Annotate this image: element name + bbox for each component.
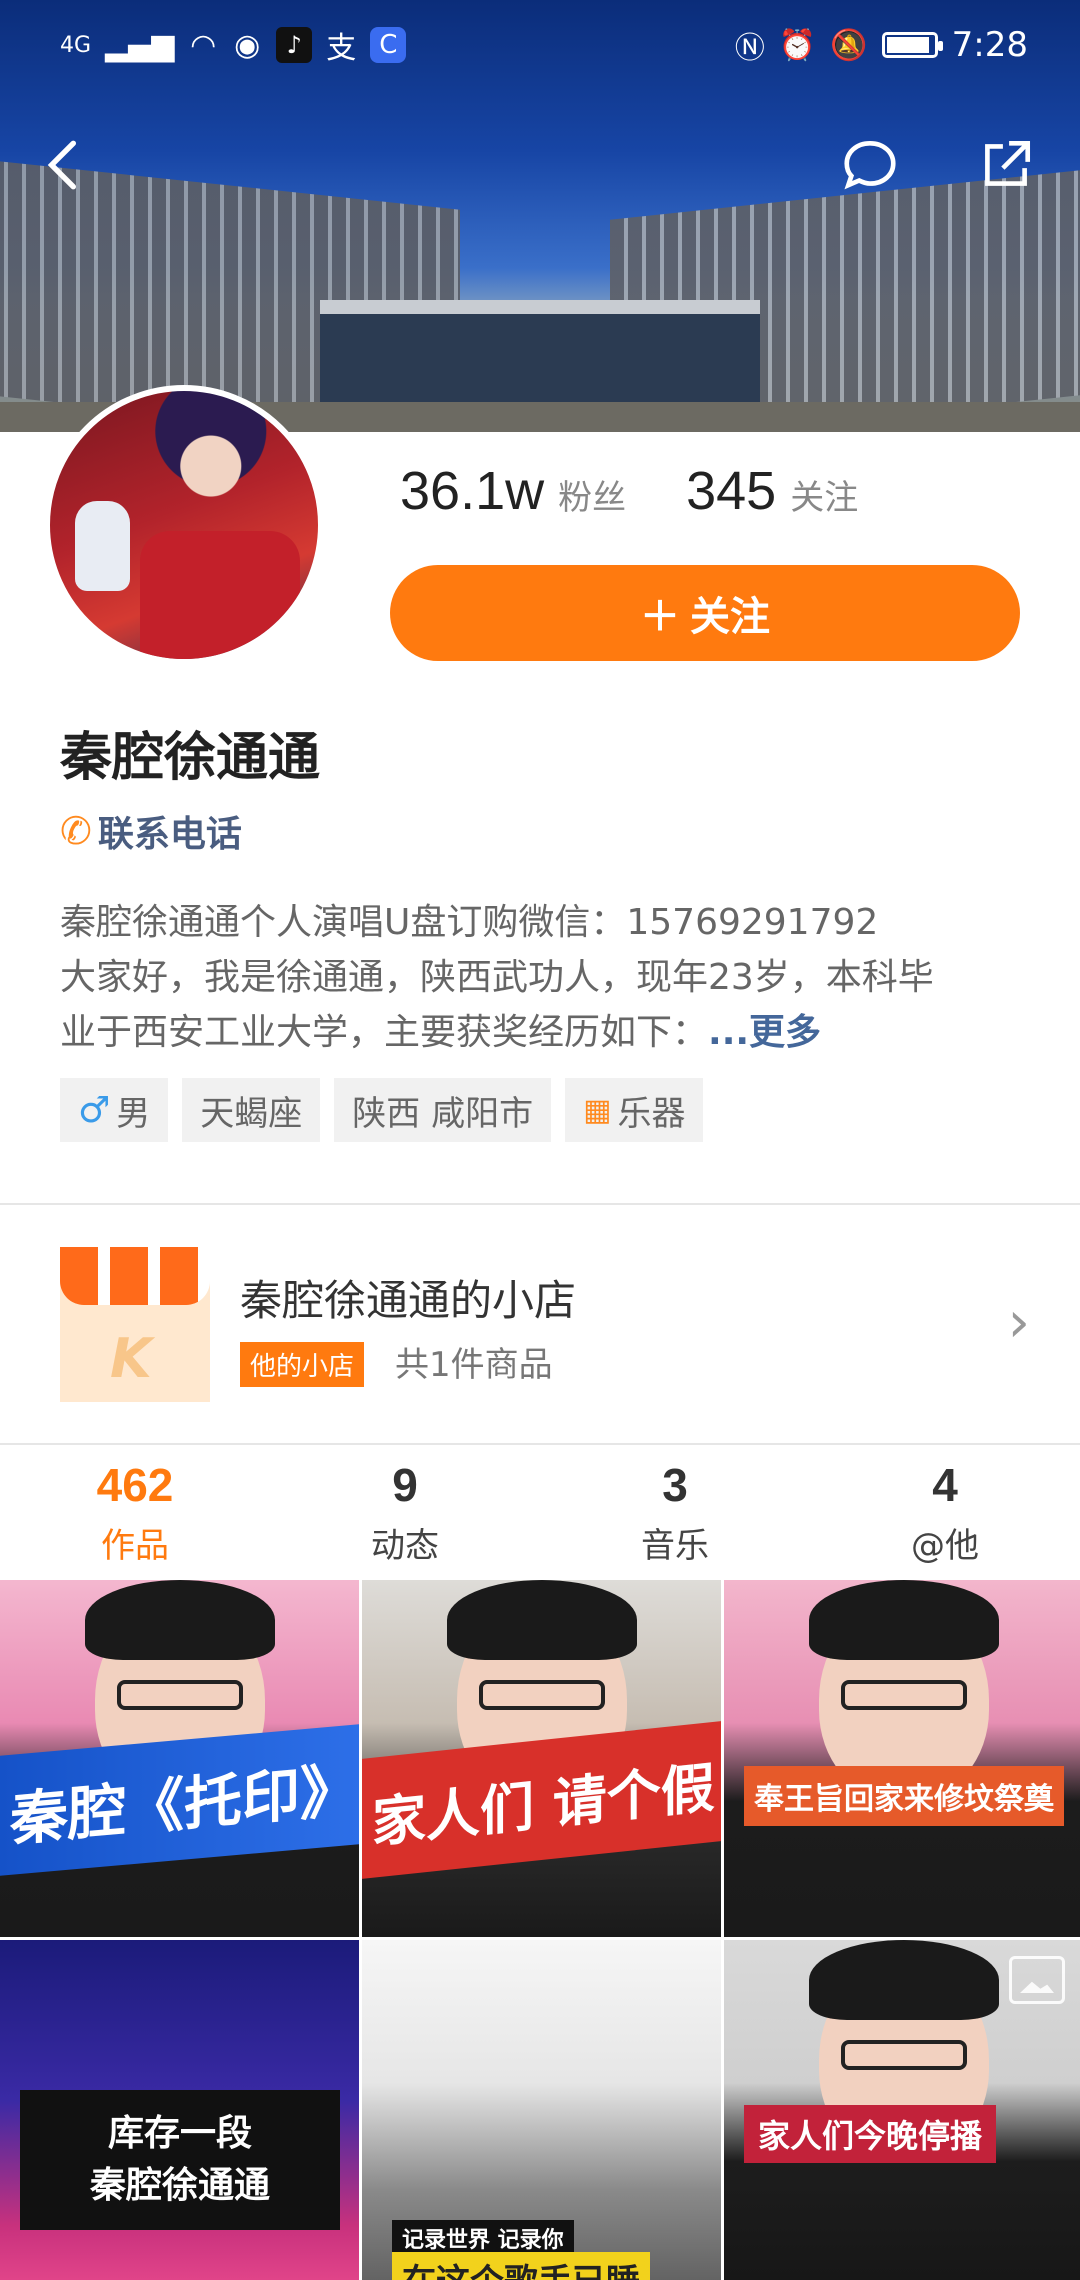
followers-label: 粉丝	[558, 478, 627, 518]
avatar-robe	[140, 531, 300, 659]
glasses-shape	[478, 1680, 605, 1710]
shop-item-count: 共1件商品	[395, 1345, 553, 1385]
profile-tabs: 462 作品 9 动态 3 音乐 4 @他	[0, 1445, 1080, 1580]
video-caption: 家人们今晚停播	[744, 2105, 997, 2163]
video-caption: 秦腔《托印》	[0, 1724, 359, 1876]
contact-phone-link[interactable]: ✆ 联系电话	[60, 805, 242, 857]
video-thumbnail[interactable]: 记录世界 记录你 在这个歌手已睡	[362, 1940, 721, 2280]
tag-interest: ▦ 乐器	[565, 1078, 704, 1142]
video-thumbnail[interactable]: 奉王旨回家来修坟祭奠	[724, 1580, 1080, 1937]
video-caption-line-2: 秦腔徐通通	[89, 2165, 270, 2206]
alarm-icon: ⏰	[778, 27, 817, 63]
shop-badge: 他的小店	[240, 1342, 365, 1387]
male-icon: ♂	[78, 1089, 111, 1131]
status-time: 7:28	[951, 25, 1028, 65]
bio-line-3: 业于西安工业大学，主要获奖经历如下：	[60, 1012, 709, 1053]
followers-count: 36.1w	[400, 461, 545, 521]
tab-mentions-count: 4	[932, 1459, 958, 1511]
shop-card[interactable]: K 秦腔徐通通的小店 他的小店 共1件商品 ›	[0, 1205, 1080, 1443]
glasses-shape	[116, 1680, 243, 1710]
status-bar: 4G ▂▄▆ ◠ ◉ ♪ 支 C Ⓝ ⏰ 🔕 7:28	[0, 0, 1080, 90]
video-caption: 在这个歌手已睡	[392, 2252, 650, 2280]
video-grid: 秦腔《托印》 家人们 请个假 奉王旨回家来修坟祭奠 库存一段 秦腔徐通通 记录世…	[0, 1580, 1080, 2280]
phone-icon: ✆	[60, 809, 92, 853]
share-icon	[985, 140, 1031, 186]
profile-name: 秦腔徐通通	[60, 728, 321, 788]
video-thumbnail[interactable]: 库存一段 秦腔徐通通	[0, 1940, 359, 2280]
video-thumbnail[interactable]: 家人们 请个假	[362, 1580, 721, 1937]
bio-line-2: 大家好，我是徐通通，陕西武功人，现年23岁，本科毕	[60, 957, 934, 998]
video-caption-top: 记录世界 记录你	[392, 2220, 574, 2256]
tab-moments[interactable]: 9 动态	[270, 1445, 540, 1580]
chevron-right-icon: ›	[1007, 1290, 1030, 1355]
bio-line-1: 秦腔徐通通个人演唱U盘订购微信：15769291792	[60, 902, 879, 943]
alipay-icon: 支	[326, 31, 357, 66]
signal-icon: 4G	[60, 32, 92, 58]
tab-mentions-label: @他	[911, 1526, 979, 1566]
message-button[interactable]	[830, 125, 910, 205]
tag-zodiac: 天蝎座	[182, 1078, 321, 1142]
tab-works-label: 作品	[101, 1526, 169, 1566]
video-caption: 奉王旨回家来修坟祭奠	[744, 1766, 1064, 1826]
back-arrow-icon	[47, 140, 77, 190]
chat-bubble-icon	[844, 140, 896, 190]
contact-label: 联系电话	[97, 814, 242, 855]
glasses-shape	[840, 2040, 967, 2070]
tab-works[interactable]: 462 作品	[0, 1445, 270, 1580]
following-count: 345	[686, 461, 777, 521]
avatar[interactable]	[44, 385, 324, 665]
video-caption: 库存一段 秦腔徐通通	[20, 2090, 340, 2230]
photo-album-icon	[1009, 1956, 1065, 2004]
tab-music-label: 音乐	[641, 1526, 709, 1566]
follow-button-label: 关注	[690, 594, 770, 640]
video-caption-line-1: 库存一段	[107, 2113, 252, 2154]
share-button[interactable]	[966, 125, 1046, 205]
tag-location: 陕西 咸阳市	[334, 1078, 552, 1142]
mute-icon: 🔕	[830, 27, 868, 63]
tab-music[interactable]: 3 音乐	[540, 1445, 810, 1580]
grid-icon: ▦	[583, 1092, 612, 1128]
glasses-shape	[840, 1680, 967, 1710]
avatar-vase	[75, 501, 130, 591]
plus-icon: ＋	[640, 594, 680, 640]
shop-icon: K	[60, 1247, 210, 1402]
tab-moments-label: 动态	[371, 1526, 439, 1566]
nfc-icon: Ⓝ	[734, 31, 765, 66]
tag-gender: ♂ 男	[60, 1078, 169, 1142]
follow-button[interactable]: ＋ 关注	[390, 565, 1020, 661]
app-c-icon: C	[370, 27, 407, 63]
shop-awning	[60, 1247, 210, 1305]
tab-works-count: 462	[96, 1459, 174, 1511]
wifi-icon: ◠	[190, 27, 217, 63]
eye-icon: ◉	[234, 27, 261, 63]
followers-stat[interactable]: 36.1w 粉丝	[400, 460, 626, 522]
signal-bars-icon: ▂▄▆	[105, 27, 175, 63]
profile-tags: ♂ 男 天蝎座 陕西 咸阳市 ▦ 乐器	[60, 1078, 704, 1142]
video-caption: 家人们 请个假	[362, 1721, 721, 1879]
tab-mentions[interactable]: 4 @他	[810, 1445, 1080, 1580]
profile-stats: 36.1w 粉丝 345 关注	[400, 460, 858, 522]
video-thumbnail[interactable]: 家人们今晚停播	[724, 1940, 1080, 2280]
back-button[interactable]	[24, 125, 104, 205]
tiktok-icon: ♪	[276, 27, 313, 63]
tab-moments-count: 9	[392, 1459, 418, 1511]
video-thumbnail[interactable]: 秦腔《托印》	[0, 1580, 359, 1937]
shop-logo-k: K	[110, 1327, 152, 1390]
bio-more-link[interactable]: ...更多	[708, 1012, 821, 1053]
following-stat[interactable]: 345 关注	[686, 460, 858, 522]
battery-icon	[881, 32, 943, 58]
shop-title: 秦腔徐通通的小店	[240, 1276, 577, 1325]
profile-bio: 秦腔徐通通个人演唱U盘订购微信：15769291792 大家好，我是徐通通，陕西…	[60, 895, 1030, 1060]
following-label: 关注	[790, 478, 859, 518]
tab-music-count: 3	[662, 1459, 688, 1511]
